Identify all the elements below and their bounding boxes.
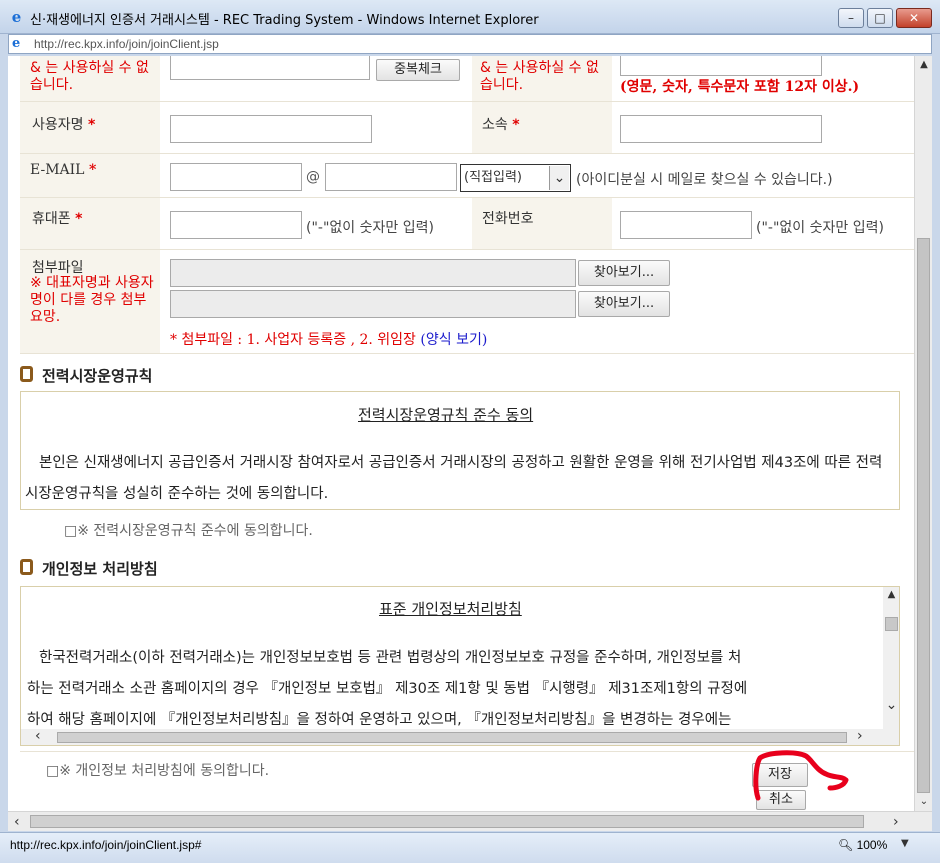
scroll-up-icon[interactable]: ▲ xyxy=(915,56,933,74)
browse-button-2[interactable]: 찾아보기... xyxy=(578,291,670,317)
status-url: http://rec.kpx.info/join/joinClient.jsp# xyxy=(10,838,202,852)
zoom-value: 100% xyxy=(856,838,888,852)
email-hint: (아이디분실 시 메일로 찾으실 수 있습니다.) xyxy=(576,172,833,188)
email-domain-select-value: (직접입력) xyxy=(464,170,522,185)
page-scrollbar-vertical[interactable]: ▲ ⌄ xyxy=(914,56,932,811)
row-divider xyxy=(20,153,914,154)
affiliation-input[interactable] xyxy=(620,115,822,143)
username-input[interactable] xyxy=(170,115,372,143)
section-bullet-icon xyxy=(20,559,33,575)
browse-button-1[interactable]: 찾아보기... xyxy=(578,260,670,286)
row-divider xyxy=(20,249,914,250)
window-title: 신·재생에너지 인증서 거래시스템 - REC Trading System -… xyxy=(30,13,539,28)
market-rules-title: 전력시장운영규칙 xyxy=(42,367,153,385)
ie-logo-icon: e xyxy=(11,8,22,26)
password-restriction-note: & 는 사용하실 수 없습니다. xyxy=(480,60,599,93)
attachment-form-link[interactable]: (양식 보기) xyxy=(420,332,487,348)
required-mark: * xyxy=(88,162,97,178)
password-rule-text: (영문, 숫자, 특수문자 포함 12자 이상.) xyxy=(620,79,860,95)
row-divider xyxy=(20,101,914,102)
id-restriction-note: & 는 사용하실 수 없습니다. xyxy=(30,60,149,93)
mobile-input[interactable] xyxy=(170,211,302,239)
close-button[interactable]: ✕ xyxy=(896,8,932,28)
page-hscroll-thumb[interactable] xyxy=(30,815,864,828)
privacy-agree-checkbox[interactable]: □※ 개인정보 처리방침에 동의합니다. xyxy=(46,760,269,780)
attachment-file-2[interactable] xyxy=(170,290,576,318)
scroll-left-icon[interactable]: ‹ xyxy=(14,812,20,832)
mobile-label-text: 휴대폰 xyxy=(32,211,71,227)
market-rules-box: 전력시장운영규칙 준수 동의 본인은 신재생에너지 공급인증서 거래시장 참여자… xyxy=(20,391,900,510)
section-bullet-icon xyxy=(20,366,33,382)
page-icon: e xyxy=(12,36,21,51)
market-rules-box-text: 본인은 신재생에너지 공급인증서 거래시장 참여자로서 공급인증서 거래시장의 … xyxy=(25,455,883,502)
username-label-text: 사용자명 xyxy=(32,117,84,133)
maximize-button[interactable]: □ xyxy=(867,8,893,28)
required-mark: * xyxy=(512,117,520,133)
market-rules-box-title: 전력시장운영규칙 준수 동의 xyxy=(358,406,534,424)
attachment-note: ※ 대표자명과 사용자명이 다를 경우 첨부 요망. xyxy=(30,275,154,325)
address-url[interactable]: http://rec.kpx.info/join/joinClient.jsp xyxy=(34,37,219,51)
email-at-sign: @ xyxy=(306,169,320,185)
user-id-input[interactable] xyxy=(170,56,370,80)
market-rules-agree-checkbox[interactable]: □※ 전력시장운영규칙 준수에 동의합니다. xyxy=(64,520,313,540)
row-divider xyxy=(20,197,914,198)
scroll-right-icon[interactable]: › xyxy=(857,728,863,744)
privacy-box: 표준 개인정보처리방침 한국전력거래소(이하 전력거래소)는 개인정보보호법 등… xyxy=(20,586,900,746)
email-label: E-MAIL * xyxy=(30,162,96,178)
chevron-down-icon[interactable]: ⌄ xyxy=(883,697,899,713)
annotation-scribble xyxy=(753,750,849,801)
page-viewport: & 는 사용하실 수 없습니다. 중복체크 & 는 사용하실 수 없습니다. (… xyxy=(8,56,914,811)
status-bar: http://rec.kpx.info/join/joinClient.jsp#… xyxy=(0,832,940,863)
chevron-down-icon[interactable]: ⌄ xyxy=(915,793,933,811)
mobile-hint: ("-"없이 숫자만 입력) xyxy=(306,220,434,236)
privacy-scrollbar-vertical[interactable]: ▲ ⌄ xyxy=(883,587,899,729)
privacy-hscroll-thumb[interactable] xyxy=(57,732,847,743)
attachment-file-1[interactable] xyxy=(170,259,576,287)
row-divider xyxy=(20,353,914,354)
privacy-line-1: 한국전력거래소(이하 전력거래소)는 개인정보보호법 등 관련 법령상의 개인정… xyxy=(39,650,742,666)
privacy-box-title: 표준 개인정보처리방침 xyxy=(379,600,522,618)
affiliation-label-text: 소속 xyxy=(482,117,508,133)
username-label: 사용자명 * xyxy=(32,114,95,134)
zoom-level[interactable]: 🔍︎ 100% xyxy=(838,838,887,852)
window-titlebar: e 신·재생에너지 인증서 거래시스템 - REC Trading System… xyxy=(0,0,940,34)
page-scrollbar-horizontal[interactable]: ‹ › xyxy=(8,811,932,831)
email-domain-input[interactable] xyxy=(325,163,457,191)
email-label-text: E-MAIL xyxy=(30,162,85,178)
privacy-title: 개인정보 처리방침 xyxy=(42,560,158,578)
privacy-scrollbar-horizontal[interactable]: ‹ › xyxy=(21,728,899,745)
mobile-label: 휴대폰 * xyxy=(32,208,82,228)
phone-hint: ("-"없이 숫자만 입력) xyxy=(756,220,884,236)
attachment-label: 첨부파일 xyxy=(32,260,84,276)
phone-label: 전화번호 xyxy=(482,211,534,227)
required-mark: * xyxy=(75,211,83,227)
minimize-button[interactable]: – xyxy=(838,8,864,28)
scroll-up-icon[interactable]: ▲ xyxy=(883,589,899,600)
required-mark: * xyxy=(87,117,96,133)
phone-input[interactable] xyxy=(620,211,752,239)
password-input[interactable] xyxy=(620,56,822,76)
attachment-info-text: * 첨부파일 : 1. 사업자 등록증 , 2. 위임장 xyxy=(170,332,416,348)
zoom-dropdown-icon[interactable]: ▼ xyxy=(901,838,909,849)
email-domain-select[interactable]: (직접입력) ⌄ xyxy=(460,164,571,192)
chevron-down-icon: ⌄ xyxy=(549,166,569,190)
duplicate-check-button[interactable]: 중복체크 xyxy=(376,59,460,81)
address-bar[interactable]: e http://rec.kpx.info/join/joinClient.js… xyxy=(8,34,932,54)
page-scroll-thumb[interactable] xyxy=(917,238,930,793)
privacy-scroll-thumb[interactable] xyxy=(885,617,898,631)
affiliation-label: 소속 * xyxy=(482,114,520,134)
attachment-info: * 첨부파일 : 1. 사업자 등록증 , 2. 위임장 (양식 보기) xyxy=(170,329,487,349)
email-local-input[interactable] xyxy=(170,163,302,191)
privacy-line-2: 하는 전력거래소 소관 홈페이지의 경우 『개인정보 보호법』 제30조 제1항… xyxy=(27,681,748,697)
scroll-left-icon[interactable]: ‹ xyxy=(35,728,41,744)
scroll-right-icon[interactable]: › xyxy=(893,812,899,832)
